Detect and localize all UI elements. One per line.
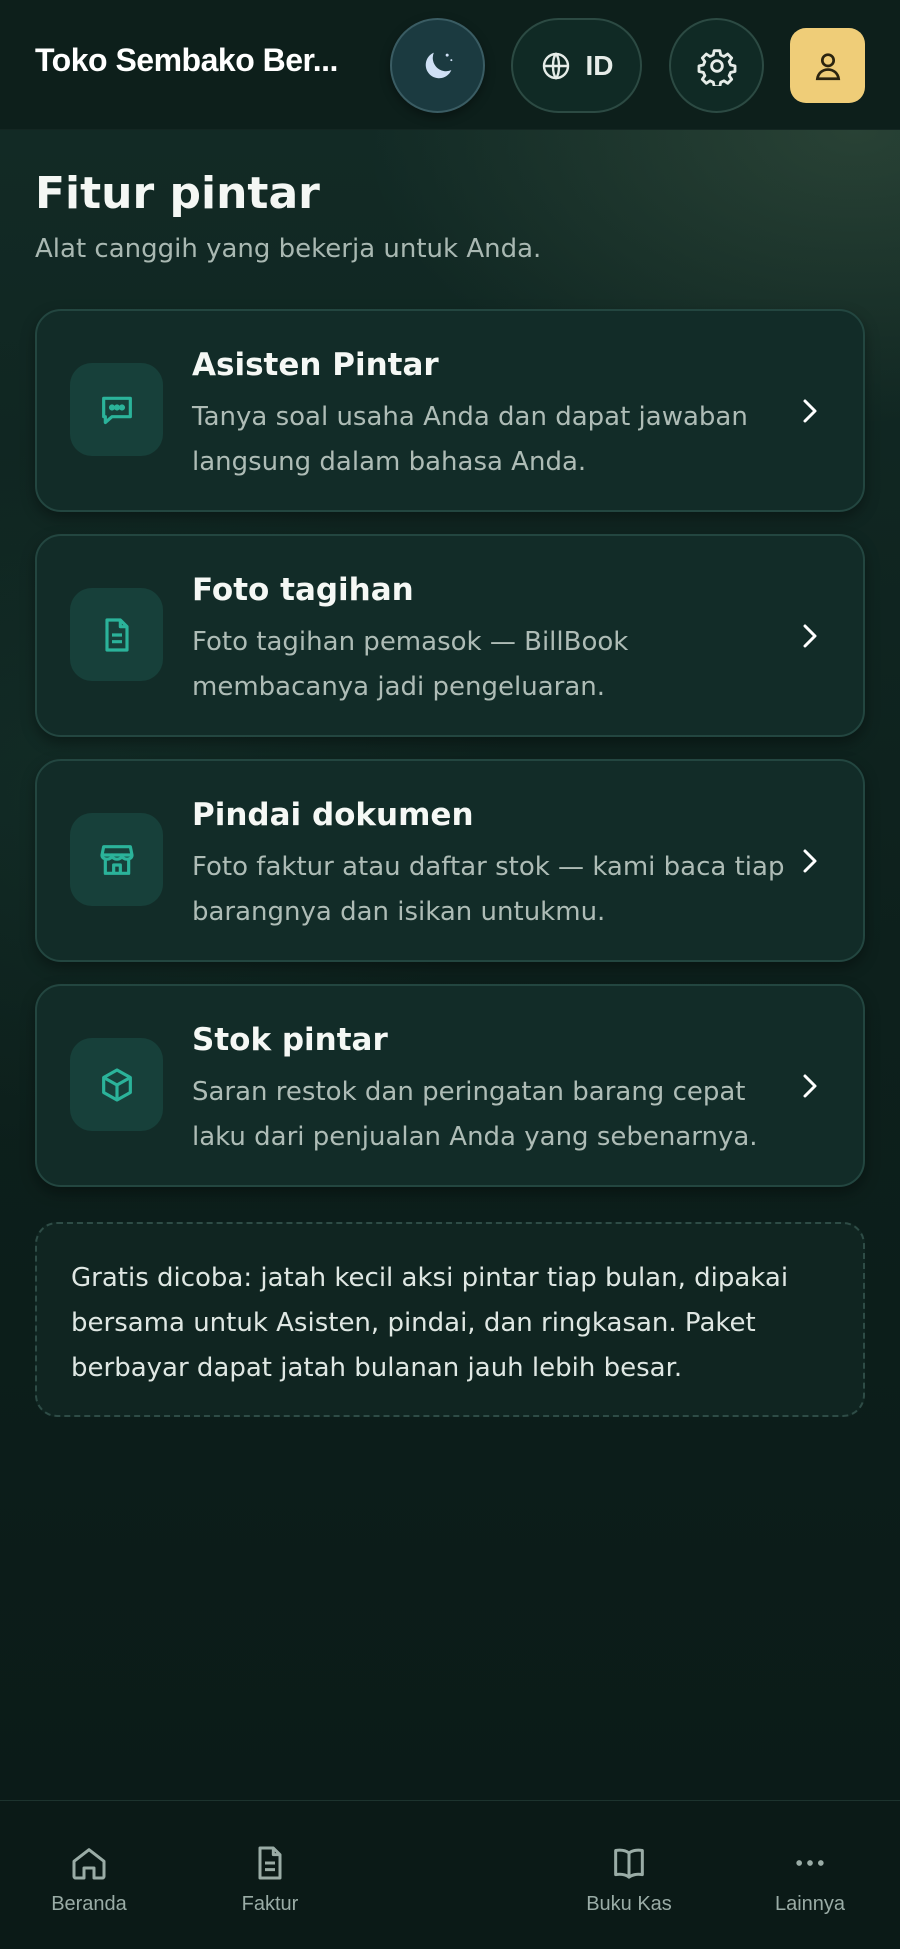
theme-toggle-button[interactable] xyxy=(390,18,485,113)
feature-description: Foto faktur atau daftar stok — kami baca… xyxy=(192,852,785,927)
globe-icon xyxy=(540,50,572,82)
invoice-icon xyxy=(250,1843,290,1883)
bottom-navigation: Beranda Faktur Buku Kas Lainnya xyxy=(0,1800,900,1949)
box-icon xyxy=(70,1038,163,1131)
user-icon xyxy=(811,49,845,83)
chat-icon xyxy=(70,363,163,456)
feature-title: Asisten Pintar xyxy=(192,347,439,383)
settings-button[interactable] xyxy=(669,18,764,113)
nav-item-invoice[interactable]: Faktur xyxy=(190,1843,350,1933)
feature-description: Foto tagihan pemasok — BillBook membacan… xyxy=(192,627,629,702)
chevron-right-icon xyxy=(795,1068,825,1104)
nav-label: Lainnya xyxy=(774,1893,846,1915)
chevron-right-icon xyxy=(795,843,825,879)
moon-icon xyxy=(418,46,458,86)
nav-item-cashbook[interactable]: Buku Kas xyxy=(549,1843,709,1933)
chevron-right-icon xyxy=(795,618,825,654)
feature-description: Tanya soal usaha Anda dan dapat jawaban … xyxy=(192,402,748,477)
store-name[interactable]: Toko Sembako Ber... xyxy=(35,42,360,79)
feature-description: Saran restok dan peringatan barang cepat… xyxy=(192,1077,758,1152)
gear-icon xyxy=(697,46,737,86)
nav-label: Faktur xyxy=(241,1893,299,1915)
profile-button[interactable] xyxy=(790,28,865,103)
document-icon xyxy=(70,588,163,681)
feature-card-smart-stock[interactable]: Stok pintar Saran restok dan peringatan … xyxy=(35,984,865,1187)
store-icon xyxy=(70,813,163,906)
language-code: ID xyxy=(585,49,614,81)
feature-card-photo-bill[interactable]: Foto tagihan Foto tagihan pemasok — Bill… xyxy=(35,534,865,737)
page-title: Fitur pintar xyxy=(35,168,320,219)
book-icon xyxy=(609,1843,649,1883)
home-icon xyxy=(69,1843,109,1883)
nav-label: Beranda xyxy=(51,1893,127,1915)
feature-title: Stok pintar xyxy=(192,1022,388,1058)
more-icon xyxy=(790,1843,830,1883)
nav-label: Buku Kas xyxy=(586,1893,672,1915)
nav-item-home[interactable]: Beranda xyxy=(9,1843,169,1933)
feature-card-scan-document[interactable]: Pindai dokumen Foto faktur atau daftar s… xyxy=(35,759,865,962)
top-app-bar: Toko Sembako Ber... ID xyxy=(0,0,900,130)
nav-item-more[interactable]: Lainnya xyxy=(730,1843,890,1933)
feature-title: Pindai dokumen xyxy=(192,797,474,833)
language-button[interactable]: ID xyxy=(511,18,642,113)
feature-title: Foto tagihan xyxy=(192,572,414,608)
chevron-right-icon xyxy=(795,393,825,429)
page-subtitle: Alat canggih yang bekerja untuk Anda. xyxy=(35,234,542,264)
free-trial-notice: Gratis dicoba: jatah kecil aksi pintar t… xyxy=(35,1222,865,1417)
feature-card-assistant[interactable]: Asisten Pintar Tanya soal usaha Anda dan… xyxy=(35,309,865,512)
